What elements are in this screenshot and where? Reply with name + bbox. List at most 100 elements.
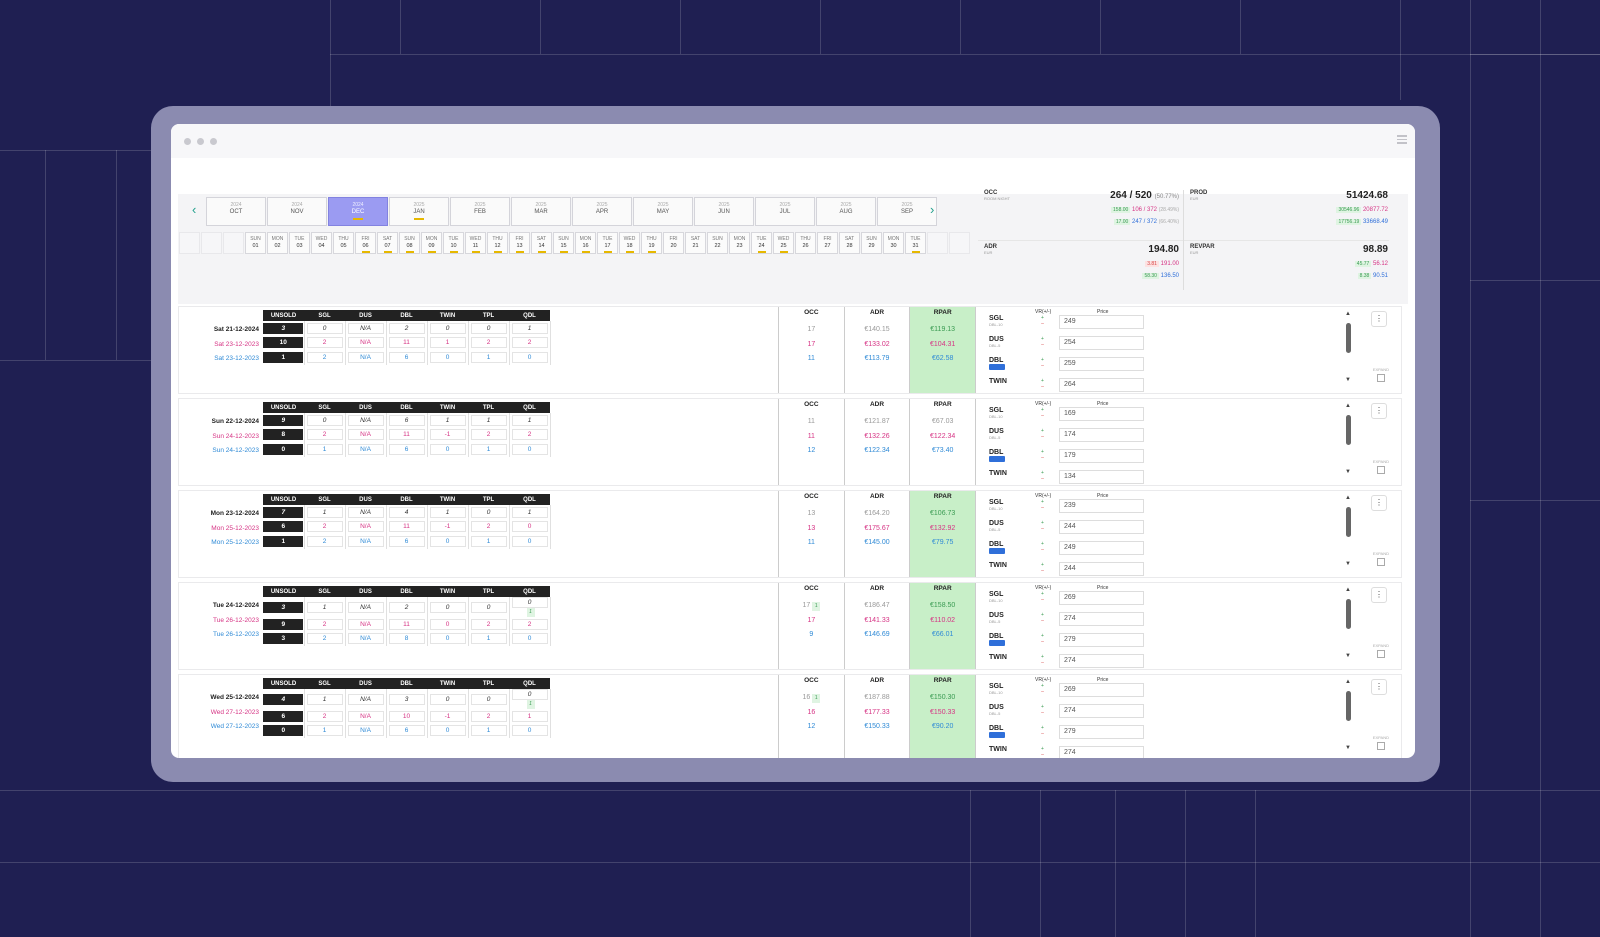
inventory-value[interactable]: N/A (347, 710, 384, 722)
inventory-value[interactable]: 3 (388, 693, 425, 705)
inventory-value[interactable]: 1 (429, 337, 466, 349)
inventory-value[interactable]: 1 (306, 443, 343, 455)
more-options-icon[interactable]: ⋮ (1371, 679, 1387, 695)
month-tab-mar[interactable]: 2025 MAR (511, 197, 571, 226)
vr-controls[interactable]: + – (1041, 683, 1044, 695)
day-cell[interactable]: SAT 28 (839, 232, 860, 254)
price-input[interactable]: 259 (1059, 357, 1144, 371)
day-cell[interactable]: SAT 14 (531, 232, 552, 254)
inventory-value[interactable]: 2 (511, 429, 548, 441)
row-date[interactable]: Tue 24-12-2024 (179, 599, 259, 614)
inventory-value[interactable]: 2 (511, 337, 548, 349)
day-cell[interactable] (927, 232, 948, 254)
scroll-thumb[interactable] (1346, 323, 1351, 353)
inventory-value[interactable]: 6 (388, 725, 425, 737)
window-dot[interactable] (210, 137, 217, 145)
day-cell[interactable] (201, 232, 222, 254)
inventory-value[interactable]: 1 (470, 725, 507, 737)
month-tab-oct[interactable]: 2024 OCT (206, 197, 266, 226)
vr-decrease[interactable]: – (1041, 455, 1044, 461)
day-cell[interactable]: SAT 07 (377, 232, 398, 254)
vr-decrease[interactable]: – (1041, 660, 1044, 666)
day-cell[interactable]: TUE 17 (597, 232, 618, 254)
inventory-value[interactable]: 2 (470, 337, 507, 349)
inventory-value[interactable]: 1 (511, 506, 548, 518)
vr-controls[interactable]: + – (1041, 407, 1044, 419)
inventory-value[interactable]: 2 (306, 618, 343, 630)
vr-controls[interactable]: + – (1041, 336, 1044, 348)
price-input[interactable]: 239 (1059, 499, 1144, 513)
inventory-value[interactable]: 0 (429, 618, 466, 630)
day-cell[interactable]: SUN 01 (245, 232, 266, 254)
inventory-value[interactable]: 1 (470, 351, 507, 363)
vr-decrease[interactable]: – (1041, 384, 1044, 390)
price-input[interactable]: 244 (1059, 562, 1144, 576)
inventory-value[interactable]: N/A (347, 521, 384, 533)
day-cell[interactable]: TUE 10 (443, 232, 464, 254)
day-cell[interactable]: MON 23 (729, 232, 750, 254)
day-cell[interactable] (949, 232, 970, 254)
vr-controls[interactable]: + – (1041, 449, 1044, 461)
day-cell[interactable]: WED 18 (619, 232, 640, 254)
month-tab-feb[interactable]: 2025 FEB (450, 197, 510, 226)
inventory-value[interactable]: 6 (388, 414, 425, 426)
day-cell[interactable]: MON 09 (421, 232, 442, 254)
inventory-value[interactable]: 2 (388, 601, 425, 613)
vr-decrease[interactable]: – (1041, 639, 1044, 645)
month-tab-jan[interactable]: 2025 JAN (389, 197, 449, 226)
day-cell[interactable]: TUE 03 (289, 232, 310, 254)
row-date[interactable]: Sun 22-12-2024 (179, 415, 259, 430)
price-input[interactable]: 279 (1059, 725, 1144, 739)
inventory-value[interactable]: N/A (347, 337, 384, 349)
inventory-value[interactable]: 0 (306, 322, 343, 334)
inventory-value[interactable]: 1 (470, 535, 507, 547)
inventory-value[interactable]: N/A (347, 633, 384, 645)
price-input[interactable]: 244 (1059, 520, 1144, 534)
inventory-value[interactable]: 0 (511, 535, 548, 547)
inventory-value[interactable]: 0 (511, 597, 548, 608)
day-cell[interactable]: MON 02 (267, 232, 288, 254)
vr-decrease[interactable]: – (1041, 689, 1044, 695)
day-cell[interactable] (179, 232, 200, 254)
inventory-value[interactable]: 1 (306, 601, 343, 613)
prev-month-arrow-icon[interactable]: ‹ (192, 202, 196, 217)
row-date[interactable]: Mon 25-12-2023 (179, 522, 259, 537)
vr-controls[interactable]: + – (1041, 704, 1044, 716)
vr-controls[interactable]: + – (1041, 725, 1044, 737)
inventory-value[interactable]: 2 (470, 429, 507, 441)
inventory-value[interactable]: 0 (511, 521, 548, 533)
inventory-value[interactable]: N/A (347, 351, 384, 363)
inventory-value[interactable]: 2 (388, 322, 425, 334)
price-input[interactable]: 274 (1059, 704, 1144, 718)
more-options-icon[interactable]: ⋮ (1371, 587, 1387, 603)
inventory-value[interactable]: 1 (306, 693, 343, 705)
vr-decrease[interactable]: – (1041, 363, 1044, 369)
inventory-value[interactable]: 0 (511, 443, 548, 455)
inventory-value[interactable]: 6 (388, 443, 425, 455)
window-dot[interactable] (184, 137, 191, 145)
inventory-value[interactable]: 2 (306, 337, 343, 349)
inventory-value[interactable]: 0 (429, 535, 466, 547)
month-tab-aug[interactable]: 2025 AUG (816, 197, 876, 226)
day-cell[interactable]: MON 30 (883, 232, 904, 254)
scroll-thumb[interactable] (1346, 599, 1351, 629)
price-input[interactable]: 134 (1059, 470, 1144, 484)
scroll-up-icon[interactable]: ▲ (1345, 495, 1351, 501)
day-cell[interactable]: MON 16 (575, 232, 596, 254)
inventory-value[interactable]: 2 (306, 633, 343, 645)
inventory-value[interactable]: -1 (429, 521, 466, 533)
inventory-value[interactable]: 0 (470, 322, 507, 334)
vr-controls[interactable]: + – (1041, 562, 1044, 574)
inventory-value[interactable]: 0 (511, 633, 548, 645)
vr-decrease[interactable]: – (1041, 413, 1044, 419)
next-month-arrow-icon[interactable]: › (930, 202, 934, 217)
day-cell[interactable]: FRI 20 (663, 232, 684, 254)
day-cell[interactable]: FRI 06 (355, 232, 376, 254)
vr-decrease[interactable]: – (1041, 434, 1044, 440)
day-cell[interactable]: THU 19 (641, 232, 662, 254)
price-input[interactable]: 254 (1059, 336, 1144, 350)
month-tab-may[interactable]: 2025 MAY (633, 197, 693, 226)
price-input[interactable]: 269 (1059, 591, 1144, 605)
vr-decrease[interactable]: – (1041, 752, 1044, 758)
vr-controls[interactable]: + – (1041, 470, 1044, 482)
